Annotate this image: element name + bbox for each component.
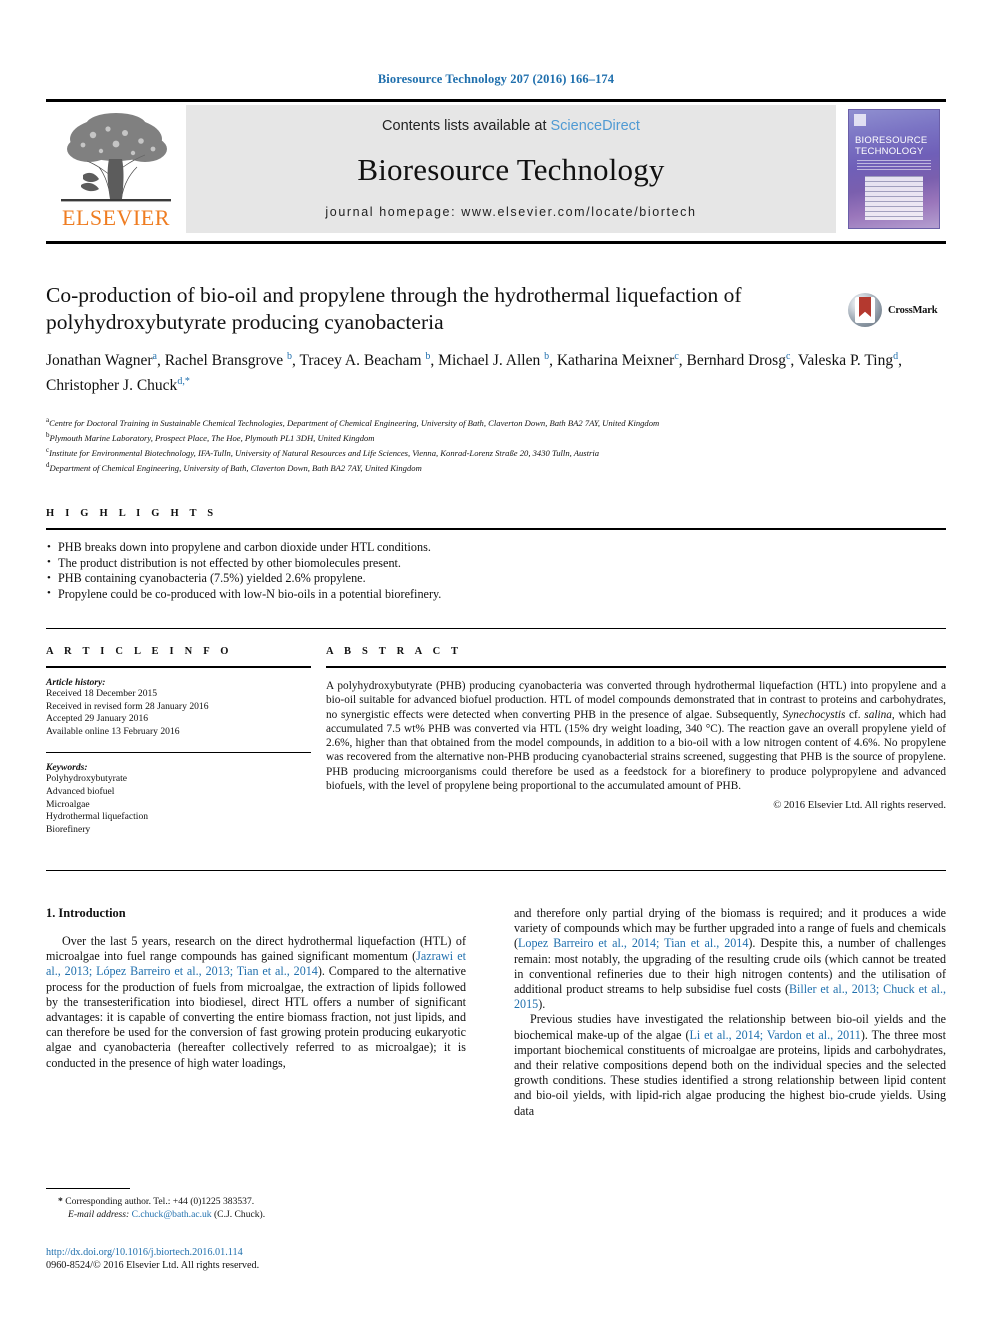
- abstract-copyright: © 2016 Elsevier Ltd. All rights reserved…: [773, 800, 946, 812]
- cover-elsevier-icon: [854, 114, 866, 126]
- journal-article-page: Bioresource Technology 207 (2016) 166–17…: [0, 0, 992, 1323]
- author-list: Jonathan Wagnera, Rachel Bransgrove b, T…: [46, 351, 902, 395]
- journal-cover-image: BIORESOURCE TECHNOLOGY: [848, 109, 940, 229]
- keywords-divider: [46, 752, 311, 754]
- highlight-item: Propylene could be co-produced with low-…: [46, 586, 946, 603]
- article-info-section: A R T I C L E I N F O Article history: R…: [46, 646, 311, 836]
- cover-title-line1: BIORESOURCE: [855, 135, 928, 146]
- keyword-item: Polyhydroxybutyrate: [46, 773, 128, 785]
- crossmark-icon: [848, 293, 882, 327]
- body-column-right: and therefore only partial drying of the…: [514, 906, 946, 1119]
- affiliation-list: aCentre for Doctoral Training in Sustain…: [46, 414, 936, 474]
- abstract-rule: [326, 666, 946, 668]
- affiliation-text: Centre for Doctoral Training in Sustaina…: [49, 417, 660, 428]
- corresponding-author-footnote: * Corresponding author. Tel.: +44 (0)122…: [46, 1188, 466, 1222]
- running-head: Bioresource Technology 207 (2016) 166–17…: [377, 72, 615, 86]
- abstract-heading: A B S T R A C T: [326, 646, 463, 657]
- abstract-body: A polyhydroxybutyrate (PHB) producing cy…: [326, 680, 946, 793]
- keyword-item: Hydrothermal liquefaction: [46, 811, 149, 823]
- cover-subtitle-lines: [857, 160, 931, 172]
- body-top-rule: [46, 870, 946, 871]
- highlight-item: PHB breaks down into propylene and carbo…: [46, 540, 946, 556]
- masthead-center: Contents lists available at ScienceDirec…: [186, 105, 836, 233]
- footnote-rule: [46, 1188, 130, 1189]
- highlights-heading: H I G H L I G H T S: [46, 508, 218, 519]
- keyword-item: Microalgae: [46, 798, 90, 810]
- history-received: Received 18 December 2015: [46, 688, 158, 699]
- abstract-section: A B S T R A C T A polyhydroxybutyrate (P…: [326, 646, 946, 811]
- doi-link[interactable]: http://dx.doi.org/10.1016/j.biortech.201…: [46, 1246, 466, 1259]
- highlights-list: PHB breaks down into propylene and carbo…: [46, 540, 946, 602]
- history-accepted: Accepted 29 January 2016: [46, 713, 149, 725]
- title-top-rule: [46, 241, 946, 244]
- intro-paragraph-right-1: and therefore only partial drying of the…: [514, 906, 947, 1012]
- affiliation-item: dDepartment of Chemical Engineering, Uni…: [46, 459, 936, 474]
- highlight-item: The product distribution is not effected…: [46, 555, 946, 572]
- affiliation-item: cInstitute for Environmental Biotechnolo…: [46, 444, 936, 459]
- corresponding-author-line: * Corresponding author. Tel.: +44 (0)122…: [58, 1196, 255, 1207]
- journal-title: Bioresource Technology: [357, 151, 665, 187]
- intro-paragraph-left: Over the last 5 years, research on the d…: [46, 934, 466, 1070]
- article-history-label: Article history:: [46, 677, 106, 688]
- introduction-heading: 1. Introduction: [46, 906, 126, 920]
- journal-masthead: ELSEVIER Contents lists available at Sci…: [46, 99, 946, 233]
- affiliation-item: aCentre for Doctoral Training in Sustain…: [46, 414, 936, 429]
- article-info-heading: A R T I C L E I N F O: [46, 646, 233, 657]
- doi-block: http://dx.doi.org/10.1016/j.biortech.201…: [46, 1246, 466, 1273]
- sciencedirect-link[interactable]: ScienceDirect: [551, 118, 640, 134]
- contents-prefix: Contents lists available at: [382, 118, 551, 134]
- contents-available-line: Contents lists available at ScienceDirec…: [382, 118, 640, 134]
- info-abstract-top-rule: [46, 628, 946, 629]
- highlight-item: PHB containing cyanobacteria (7.5%) yiel…: [46, 571, 946, 587]
- affiliation-text: Institute for Environmental Biotechnolog…: [49, 447, 600, 458]
- masthead-top-rule: [46, 99, 946, 102]
- highlights-rule: [46, 528, 946, 530]
- cover-figure-panel: [865, 176, 923, 220]
- journal-homepage-link[interactable]: journal homepage: www.elsevier.com/locat…: [325, 205, 696, 219]
- history-revised: Received in revised form 28 January 2016: [46, 700, 209, 712]
- keywords-label: Keywords:: [46, 762, 88, 774]
- email-address-line[interactable]: E-mail address: C.chuck@bath.ac.uk (C.J.…: [46, 1209, 466, 1222]
- elsevier-wordmark: ELSEVIER: [62, 205, 170, 230]
- cover-title-text: BIORESOURCE TECHNOLOGY: [855, 135, 933, 157]
- cover-title-line2: TECHNOLOGY: [855, 145, 924, 157]
- journal-cover-thumbnail: BIORESOURCE TECHNOLOGY: [842, 105, 946, 233]
- affiliation-text: Department of Chemical Engineering, Univ…: [49, 463, 422, 474]
- crossmark-badge[interactable]: CrossMark: [848, 290, 948, 330]
- highlights-section: H I G H L I G H T S PHB breaks down into…: [46, 508, 946, 602]
- keyword-item: Advanced biofuel: [46, 785, 115, 797]
- body-column-left: 1. Introduction Over the last 5 years, r…: [46, 906, 466, 1071]
- issn-copyright-line: 0960-8524/© 2016 Elsevier Ltd. All right…: [46, 1260, 260, 1272]
- intro-paragraph-right-2: Previous studies have investigated the r…: [514, 1012, 946, 1118]
- keyword-item: Biorefinery: [46, 823, 91, 835]
- affiliation-text: Plymouth Marine Laboratory, Prospect Pla…: [49, 432, 375, 443]
- article-info-rule: [46, 666, 311, 668]
- elsevier-logo: ELSEVIER: [46, 105, 186, 233]
- history-online: Available online 13 February 2016: [46, 725, 180, 737]
- article-title: Co-production of bio-oil and propylene t…: [46, 283, 742, 334]
- crossmark-label: CrossMark: [888, 304, 938, 316]
- affiliation-item: bPlymouth Marine Laboratory, Prospect Pl…: [46, 429, 936, 444]
- elsevier-tree-icon: [53, 109, 179, 207]
